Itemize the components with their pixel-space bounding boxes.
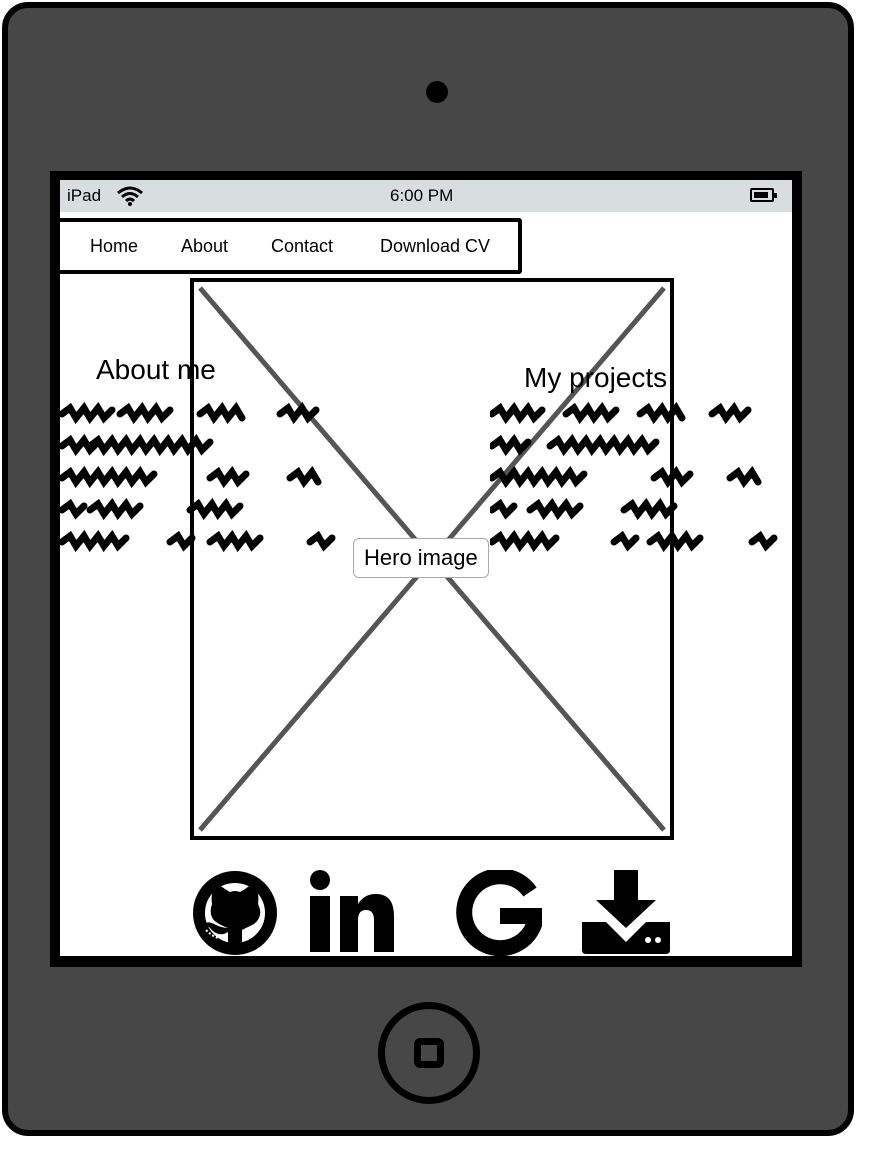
linkedin-icon[interactable]: [308, 870, 398, 956]
wifi-icon: [117, 186, 143, 206]
download-icon[interactable]: [580, 870, 672, 956]
carrier-label: iPad: [67, 186, 102, 205]
camera-dot: [426, 81, 448, 103]
screen: iPad 6:00 PM Home About Contact Download…: [60, 180, 792, 956]
google-icon[interactable]: [456, 870, 542, 956]
projects-text-placeholder: [490, 402, 778, 552]
battery-icon: [750, 188, 777, 202]
hero-image-label: Hero image: [353, 538, 489, 578]
nav-home[interactable]: Home: [90, 236, 138, 257]
nav-bar: Home About Contact Download CV: [60, 218, 522, 274]
nav-download-cv[interactable]: Download CV: [380, 236, 490, 257]
home-button[interactable]: [378, 1002, 480, 1104]
about-heading: About me: [96, 354, 216, 385]
github-icon[interactable]: [192, 870, 278, 956]
projects-heading: My projects: [524, 362, 668, 393]
nav-about[interactable]: About: [181, 236, 228, 257]
about-text-placeholder: [60, 402, 336, 552]
clock: 6:00 PM: [390, 186, 454, 205]
status-bar: iPad 6:00 PM: [60, 180, 792, 212]
nav-contact[interactable]: Contact: [271, 236, 333, 257]
home-button-square: [414, 1038, 444, 1068]
